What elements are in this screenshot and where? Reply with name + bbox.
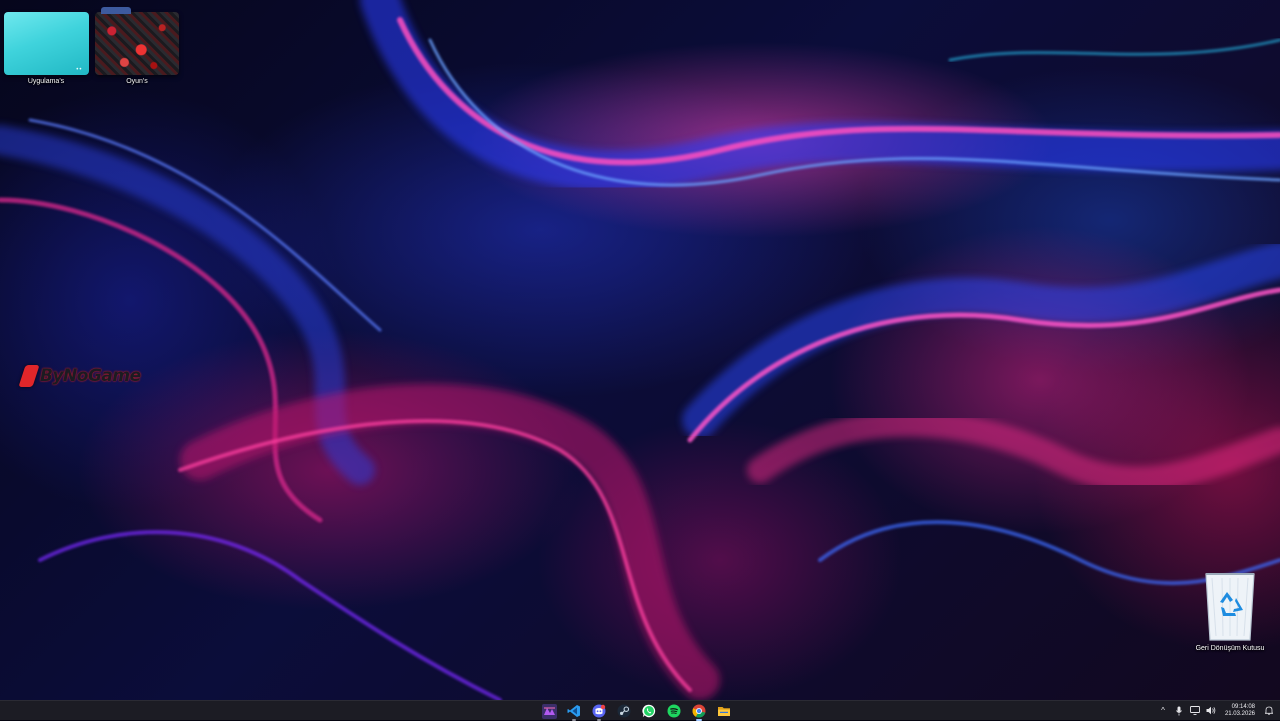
start-button[interactable] xyxy=(541,703,557,719)
desktop-icon-label: Oyun's xyxy=(126,78,148,85)
clock-time: 09:14:08 xyxy=(1231,703,1255,710)
microphone-icon[interactable] xyxy=(1174,706,1184,716)
notification-bell-icon[interactable] xyxy=(1264,706,1274,716)
logo-text: ByNoGame xyxy=(40,366,141,386)
folder-icon xyxy=(95,7,179,75)
vscode-taskbar-button[interactable] xyxy=(566,703,582,721)
spotify-taskbar-button[interactable] xyxy=(666,703,682,719)
bynogame-logo[interactable]: ByNoGame xyxy=(18,362,141,390)
tray-overflow-chevron-icon[interactable]: ^ xyxy=(1158,706,1168,716)
system-tray: ^ 09:14:08 21.03.2026 xyxy=(1158,701,1274,720)
file-explorer-taskbar-button[interactable] xyxy=(716,703,732,719)
whatsapp-taskbar-button[interactable] xyxy=(641,703,657,719)
logo-mark-icon xyxy=(18,365,40,387)
clock-date: 21.03.2026 xyxy=(1224,710,1255,717)
taskbar-clock[interactable]: 09:14:08 21.03.2026 xyxy=(1225,704,1255,718)
recycle-bin-icon xyxy=(1200,564,1260,642)
chrome-taskbar-button[interactable] xyxy=(691,703,707,721)
desktop[interactable]: •• Uygulama's Oyun's ByNoGame Geri Dönüş… xyxy=(0,0,1280,700)
taskbar-app-list xyxy=(541,702,732,721)
desktop-icon-label: Uygulama's xyxy=(27,78,65,85)
folder-games-shortcut[interactable]: Oyun's xyxy=(94,7,180,85)
folder-tab xyxy=(101,7,131,14)
desktop-icon-label: Geri Dönüşüm Kutusu xyxy=(1195,645,1265,652)
folder-icon: •• xyxy=(3,12,89,75)
wallpaper xyxy=(0,0,1280,700)
network-monitor-icon[interactable] xyxy=(1190,706,1200,716)
taskbar: ^ 09:14:08 21.03.2026 xyxy=(0,700,1280,721)
folder-more-dots: •• xyxy=(76,67,83,73)
volume-icon[interactable] xyxy=(1206,706,1216,716)
discord-taskbar-button[interactable] xyxy=(591,703,607,721)
folder-apps-shortcut[interactable]: •• Uygulama's xyxy=(2,12,90,85)
recycle-bin-shortcut[interactable]: Geri Dönüşüm Kutusu xyxy=(1190,564,1270,652)
steam-taskbar-button[interactable] xyxy=(616,703,632,719)
